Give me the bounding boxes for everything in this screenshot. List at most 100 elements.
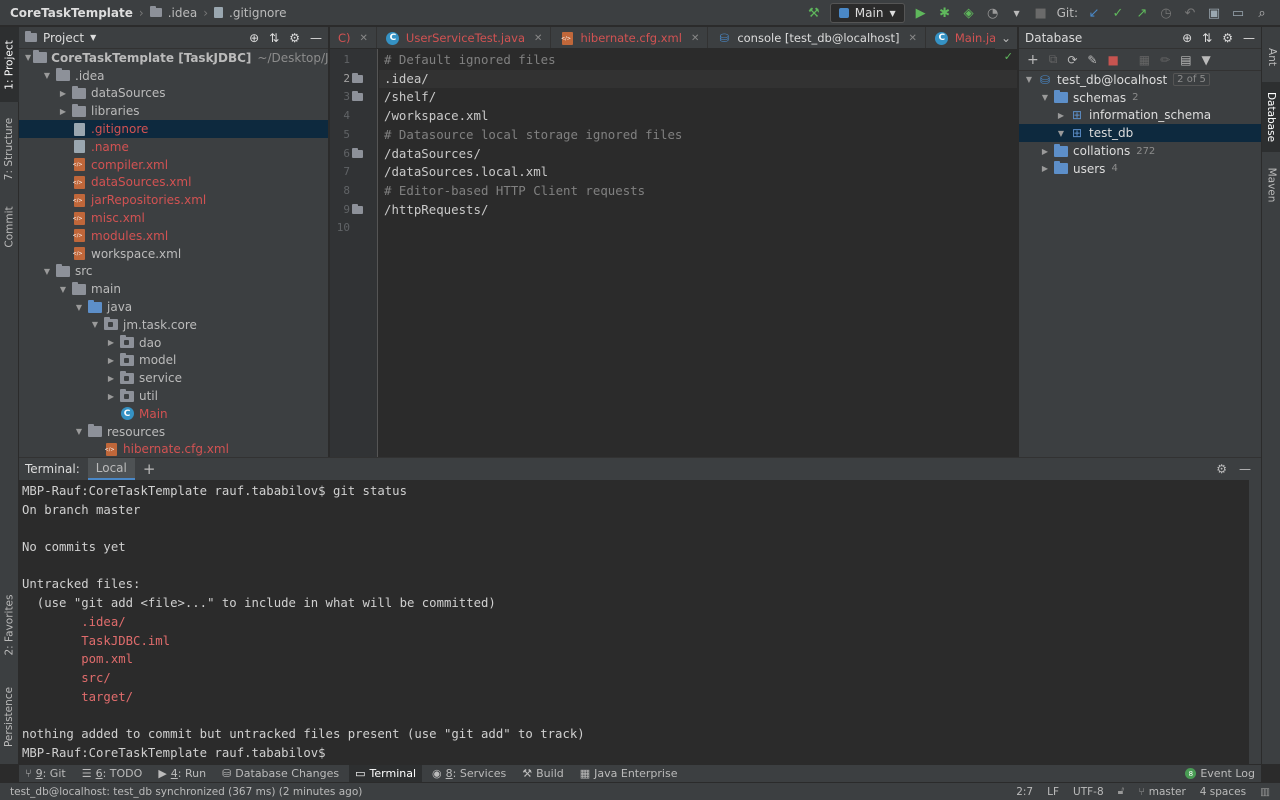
- coverage-icon[interactable]: ◈: [961, 5, 977, 21]
- tree-item[interactable]: jarRepositories.xml: [19, 191, 328, 209]
- tree-item[interactable]: ▶ dataSources: [19, 85, 328, 103]
- project-structure-icon[interactable]: ▣: [1206, 5, 1222, 21]
- minimize-icon[interactable]: —: [310, 31, 322, 45]
- tree-item[interactable]: workspace.xml: [19, 245, 328, 263]
- table-icon[interactable]: ▦: [1139, 53, 1150, 67]
- add-icon[interactable]: +: [1027, 52, 1039, 68]
- lock-icon[interactable]: 🔓︎: [1118, 785, 1125, 798]
- tree-item[interactable]: ▼ .idea: [19, 67, 328, 85]
- db-tree-item[interactable]: ▼ ⊞ test_db: [1019, 124, 1261, 143]
- tree-item[interactable]: ▼ src: [19, 263, 328, 281]
- tool-window-button[interactable]: ☰ 6: TODO: [76, 765, 149, 783]
- tree-item[interactable]: ▶ model: [19, 352, 328, 370]
- chevron-down-icon[interactable]: ▼: [73, 427, 85, 436]
- console-icon[interactable]: ▤: [1180, 53, 1191, 67]
- tabs-overflow-chevron-icon[interactable]: ⌄: [995, 27, 1017, 49]
- history-icon[interactable]: ◷: [1158, 5, 1174, 21]
- db-tree-item[interactable]: ▶ collations 272: [1019, 142, 1261, 160]
- chevron-right-icon[interactable]: ▶: [105, 356, 117, 365]
- chevron-right-icon[interactable]: ▶: [105, 392, 117, 401]
- stop-icon[interactable]: ■: [1033, 5, 1049, 21]
- line-separator[interactable]: LF: [1047, 786, 1059, 798]
- tree-item[interactable]: modules.xml: [19, 227, 328, 245]
- editor-tab[interactable]: C) ✕: [330, 27, 377, 48]
- hammer-icon[interactable]: ⚒: [806, 5, 822, 21]
- db-tree-item[interactable]: ▶ users 4: [1019, 160, 1261, 178]
- chevron-down-icon[interactable]: ▼: [1055, 129, 1067, 138]
- editor-tab[interactable]: hibernate.cfg.xml ✕: [551, 27, 709, 48]
- edit-properties-icon[interactable]: ✎: [1087, 53, 1097, 67]
- stop-icon[interactable]: ■: [1107, 53, 1118, 67]
- close-icon[interactable]: ✕: [908, 33, 916, 44]
- chevron-down-icon[interactable]: ▼: [1023, 75, 1035, 84]
- tree-item[interactable]: hibernate.cfg.xml: [19, 441, 328, 457]
- tree-item[interactable]: ▼ main: [19, 280, 328, 298]
- tree-item[interactable]: dataSources.xml: [19, 174, 328, 192]
- run-configuration-dropdown[interactable]: Main ▼: [829, 3, 905, 23]
- file-encoding[interactable]: UTF-8: [1073, 786, 1104, 798]
- tool-window-button[interactable]: ▶ 4: Run: [152, 765, 212, 783]
- tool-window-button[interactable]: ▭ Terminal: [349, 764, 423, 783]
- copy-icon[interactable]: ⧉: [1049, 52, 1058, 67]
- tree-item[interactable]: ▶ dao: [19, 334, 328, 352]
- indent-setting[interactable]: 4 spaces: [1200, 786, 1246, 798]
- project-view-selector[interactable]: Project: [43, 31, 84, 45]
- filter-icon[interactable]: ▼: [1202, 53, 1211, 67]
- git-update-icon[interactable]: ↙: [1086, 5, 1102, 21]
- tree-item[interactable]: compiler.xml: [19, 156, 328, 174]
- tree-item[interactable]: C Main: [19, 405, 328, 423]
- db-tree-item[interactable]: ▶ ⊞ information_schema: [1019, 107, 1261, 125]
- event-log-button[interactable]: 8 Event Log: [1185, 767, 1261, 780]
- chevron-down-icon[interactable]: ▼: [90, 33, 96, 42]
- tool-tab-database[interactable]: Database: [1262, 82, 1280, 152]
- tool-window-button[interactable]: ▦ Java Enterprise: [574, 765, 684, 783]
- chevron-right-icon[interactable]: ▶: [1055, 111, 1067, 120]
- chevron-down-icon[interactable]: ▼: [41, 71, 53, 80]
- pencil-icon[interactable]: ✏: [1160, 53, 1170, 67]
- tool-tab-maven[interactable]: Maven: [1262, 157, 1280, 212]
- db-tree-item[interactable]: ▼ schemas 2: [1019, 89, 1261, 107]
- rollback-icon[interactable]: ↶: [1182, 5, 1198, 21]
- tool-window-button[interactable]: ◉ 8: Services: [426, 765, 512, 783]
- presentation-icon[interactable]: ▭: [1230, 5, 1246, 21]
- chevron-right-icon[interactable]: ▶: [57, 89, 69, 98]
- new-terminal-button[interactable]: +: [143, 460, 156, 478]
- breadcrumb-project[interactable]: CoreTaskTemplate: [10, 6, 133, 20]
- breadcrumb-file[interactable]: .gitignore: [229, 6, 286, 20]
- memory-indicator-icon[interactable]: ▥: [1260, 786, 1270, 798]
- breadcrumb-folder[interactable]: .idea: [168, 6, 198, 20]
- tool-tab-project[interactable]: 1: Project: [0, 27, 19, 102]
- tool-tab-structure[interactable]: 7: Structure: [0, 109, 19, 189]
- tool-tab-persistence[interactable]: Persistence: [0, 677, 19, 757]
- status-message[interactable]: test_db@localhost: test_db synchronized …: [10, 786, 362, 798]
- tree-item[interactable]: ▼ resources: [19, 423, 328, 441]
- gear-icon[interactable]: ⚙: [1222, 31, 1233, 45]
- caret-position[interactable]: 2:7: [1016, 786, 1033, 798]
- tree-item[interactable]: .name: [19, 138, 328, 156]
- chevron-down-icon[interactable]: ▼: [57, 285, 69, 294]
- chevron-right-icon[interactable]: ▶: [105, 374, 117, 383]
- git-commit-icon[interactable]: ✓: [1110, 5, 1126, 21]
- close-icon[interactable]: ✕: [534, 33, 542, 44]
- minimize-icon[interactable]: —: [1239, 462, 1251, 476]
- close-icon[interactable]: ✕: [360, 33, 368, 44]
- chevron-down-icon[interactable]: ▼: [89, 320, 101, 329]
- terminal-tab-local[interactable]: Local: [87, 458, 135, 480]
- tool-tab-commit[interactable]: Commit: [0, 197, 19, 257]
- tree-item[interactable]: ▶ libraries: [19, 102, 328, 120]
- db-tree-item[interactable]: ▼ ⛁ test_db@localhost 2 of 5: [1019, 71, 1261, 89]
- tree-item[interactable]: ▼ java: [19, 298, 328, 316]
- tool-window-button[interactable]: ⛁ Database Changes: [216, 765, 345, 783]
- chevron-down-icon[interactable]: ▼: [73, 303, 85, 312]
- tool-tab-favorites[interactable]: 2: Favorites: [0, 582, 19, 667]
- terminal-scrollbar[interactable]: [1249, 480, 1261, 765]
- collapse-all-icon[interactable]: ⇅: [1202, 31, 1212, 45]
- tree-item[interactable]: ▶ service: [19, 369, 328, 387]
- tool-tab-ant[interactable]: Ant: [1262, 37, 1280, 77]
- close-icon[interactable]: ✕: [691, 33, 699, 44]
- editor-tab[interactable]: ⛁ console [test_db@localhost] ✕: [708, 27, 926, 48]
- profile-icon[interactable]: ◔: [985, 5, 1001, 21]
- tool-window-button[interactable]: ⚒ Build: [516, 765, 570, 783]
- tree-item[interactable]: .gitignore: [19, 120, 328, 138]
- chevron-right-icon[interactable]: ▶: [105, 338, 117, 347]
